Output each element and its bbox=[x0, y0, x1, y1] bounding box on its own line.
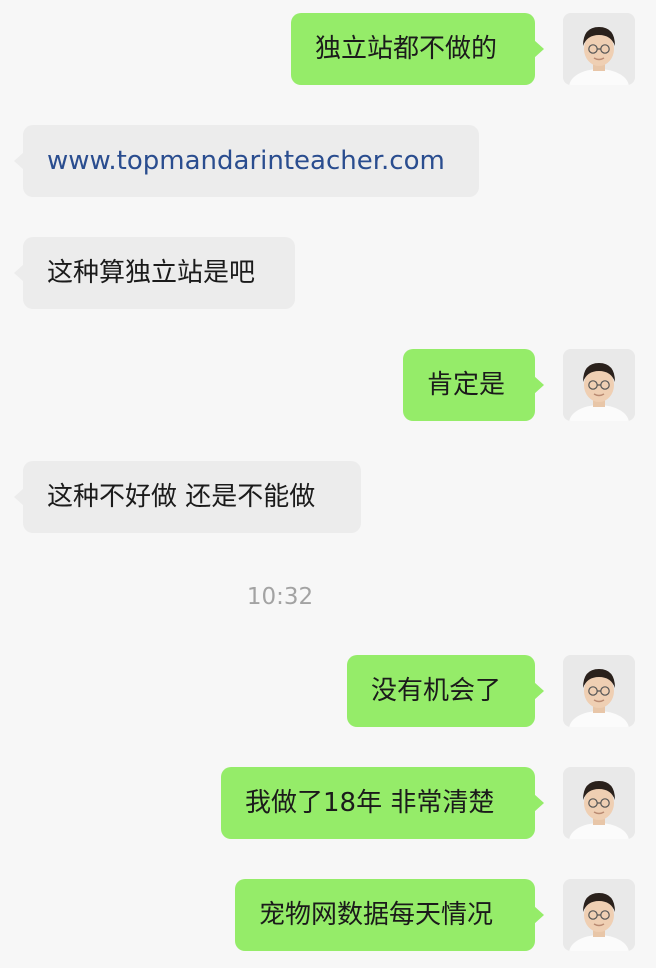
outgoing-message-bubble[interactable]: 我做了18年 非常清楚 bbox=[221, 767, 544, 839]
avatar-photo bbox=[563, 13, 635, 85]
user-avatar[interactable] bbox=[563, 655, 635, 727]
avatar-photo bbox=[563, 655, 635, 727]
outgoing-message-bubble[interactable]: 肯定是 bbox=[403, 349, 544, 421]
avatar-photo bbox=[563, 349, 635, 421]
user-avatar[interactable] bbox=[563, 13, 635, 85]
message-timestamp: 10:32 bbox=[246, 584, 314, 610]
outgoing-message-bubble[interactable]: 宠物网数据每天情况 bbox=[235, 879, 544, 951]
avatar-photo bbox=[563, 879, 635, 951]
user-avatar[interactable] bbox=[563, 349, 635, 421]
chat-message-list[interactable]: 独立站都不做的 www.topmandarinteacher.com 这种算独立… bbox=[0, 0, 656, 968]
avatar-photo bbox=[563, 767, 635, 839]
outgoing-message-bubble[interactable]: 没有机会了 bbox=[347, 655, 544, 727]
user-avatar[interactable] bbox=[563, 879, 635, 951]
incoming-message-bubble[interactable]: 这种算独立站是吧 bbox=[14, 237, 295, 309]
user-avatar[interactable] bbox=[563, 767, 635, 839]
incoming-message-bubble[interactable]: 这种不好做 还是不能做 bbox=[14, 461, 361, 533]
incoming-link-message[interactable]: www.topmandarinteacher.com bbox=[14, 125, 479, 197]
outgoing-message-bubble[interactable]: 独立站都不做的 bbox=[291, 13, 544, 85]
